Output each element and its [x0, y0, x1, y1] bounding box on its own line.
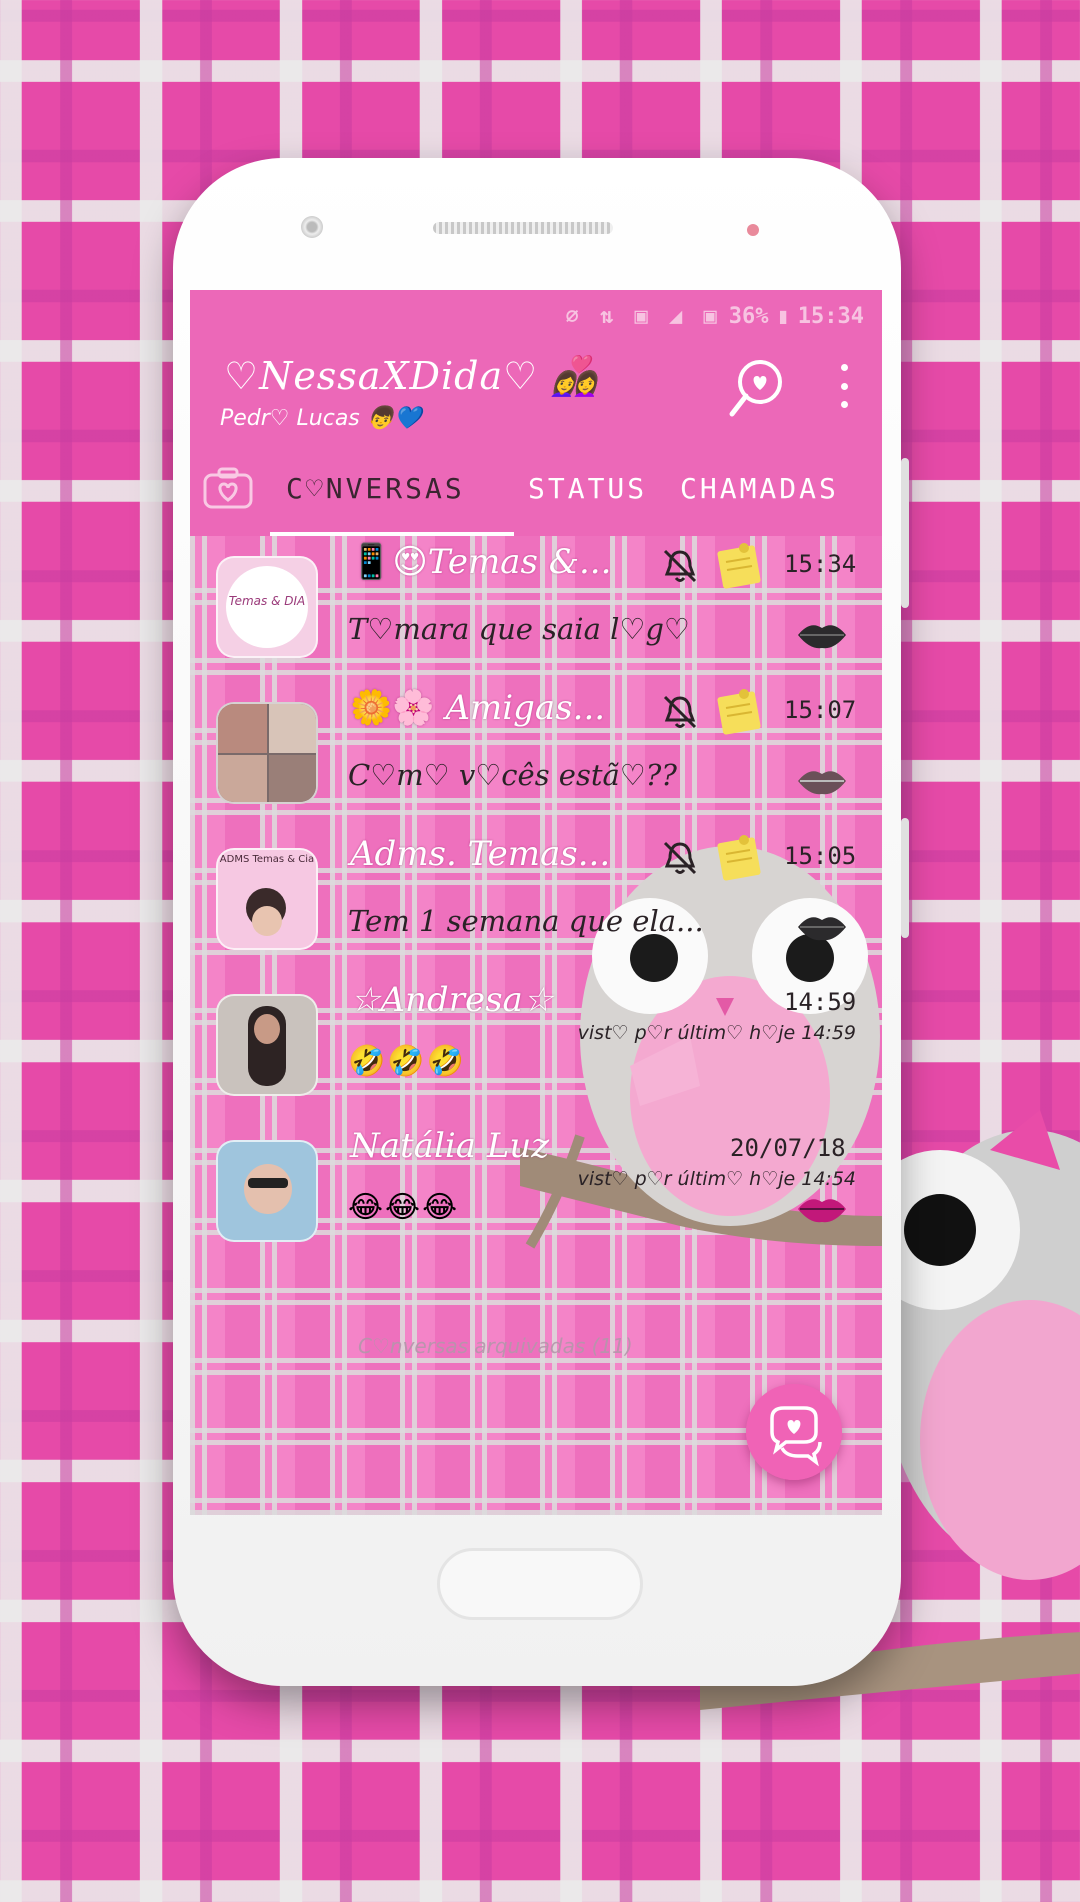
muted-bell-icon — [663, 695, 697, 729]
pinned-note-icon — [717, 835, 761, 881]
chat-time: 15:05 — [784, 842, 857, 870]
phone-screen: ⌀ ⇅ ▣ ◢ ▣ 36% ▮ 15:34 ♡NessaXDida♡ 👩‍❤️‍… — [190, 290, 882, 1515]
lips-icon — [798, 771, 846, 795]
contact-avatar[interactable] — [216, 1140, 318, 1242]
last-message: T♡mara que saia l♡g♡ — [348, 612, 690, 646]
background-owl-illustration — [870, 1110, 1080, 1580]
chat-row[interactable]: ☆Andresa☆ 14:59 vist♡ p♡r últim♡ h♡je 14… — [190, 974, 882, 1120]
home-button[interactable] — [437, 1548, 643, 1620]
chat-name: 📱😍Temas &... — [350, 542, 612, 582]
archived-chats-link[interactable]: C♡nversas arquivadas (11) — [358, 1334, 633, 1358]
chat-list: Temas & DIA 📱😍Temas &... 15:34 T♡mara qu… — [190, 536, 882, 1515]
chat-row[interactable]: Temas & DIA 📱😍Temas &... 15:34 T♡mara qu… — [190, 536, 882, 682]
battery-icon: ▮ — [776, 303, 790, 329]
pinned-note-icon — [717, 689, 761, 735]
front-camera — [301, 216, 323, 238]
last-message-emoji: 😂😂😂 — [348, 1190, 460, 1225]
new-chat-fab[interactable] — [746, 1384, 842, 1480]
pinned-note-icon — [717, 543, 761, 589]
clock: 15:34 — [797, 303, 864, 329]
tab-bar: C♡NVERSAS STATUS CHAMADAS — [190, 450, 882, 530]
muted-bell-icon — [663, 549, 697, 583]
power-button — [901, 818, 909, 938]
last-message: Tem 1 semana que ela... — [348, 904, 704, 938]
last-seen: vist♡ p♡r últim♡ h♡je 14:54 — [577, 1168, 856, 1190]
chat-row[interactable]: 🌼🌸 Amigas... 15:07 C♡m♡ v♡cês estã♡?? — [190, 682, 882, 828]
chat-time: 15:07 — [784, 696, 857, 724]
chat-time: 20/07/18 — [730, 1134, 846, 1162]
tab-status[interactable]: STATUS — [528, 472, 647, 505]
earpiece-speaker — [433, 222, 613, 234]
tab-chamadas[interactable]: CHAMADAS — [680, 472, 839, 505]
search-heart-icon[interactable] — [726, 356, 786, 420]
chat-name: Natália Luz — [350, 1126, 550, 1166]
chat-time: 14:59 — [784, 988, 857, 1016]
app-title: ♡NessaXDida♡ 👩‍❤️‍👩 — [224, 354, 600, 398]
group-avatar[interactable]: Temas & DIA — [216, 556, 318, 658]
status-bar: ⌀ ⇅ ▣ ◢ ▣ 36% ▮ 15:34 — [190, 290, 882, 342]
contact-avatar[interactable] — [216, 994, 318, 1096]
chat-row[interactable]: Natália Luz 20/07/18 vist♡ p♡r últim♡ h♡… — [190, 1120, 882, 1266]
app-subtitle: Pedr♡ Lucas 👦💙 — [220, 406, 422, 431]
group-avatar[interactable] — [216, 702, 318, 804]
status-icons: ⌀ ⇅ ▣ ◢ ▣ — [565, 303, 721, 329]
more-options-icon[interactable] — [834, 364, 854, 408]
chat-name: Adms. Temas... — [350, 834, 611, 874]
muted-bell-icon — [663, 841, 697, 875]
app-bar: ♡NessaXDida♡ 👩‍❤️‍👩 Pedr♡ Lucas 👦💙 — [190, 342, 882, 442]
chat-row[interactable]: ADMS Temas & Cia Adms. Temas... 15:05 Te… — [190, 828, 882, 974]
volume-button — [901, 458, 909, 608]
last-message: C♡m♡ v♡cês estã♡?? — [348, 758, 677, 792]
lips-icon — [798, 917, 846, 941]
chat-time: 15:34 — [784, 550, 857, 578]
chat-name: 🌼🌸 Amigas... — [350, 688, 606, 728]
chat-name: ☆Andresa☆ — [350, 980, 554, 1020]
proximity-sensor — [747, 224, 759, 236]
last-message-emoji: 🤣🤣🤣 — [348, 1044, 467, 1079]
battery-level: 36% — [728, 303, 769, 329]
lips-icon — [798, 1199, 846, 1223]
tab-conversas[interactable]: C♡NVERSAS — [286, 472, 465, 505]
group-avatar[interactable]: ADMS Temas & Cia — [216, 848, 318, 950]
last-seen: vist♡ p♡r últim♡ h♡je 14:59 — [577, 1022, 856, 1044]
lips-icon — [798, 625, 846, 649]
camera-tab-icon[interactable] — [202, 466, 254, 510]
